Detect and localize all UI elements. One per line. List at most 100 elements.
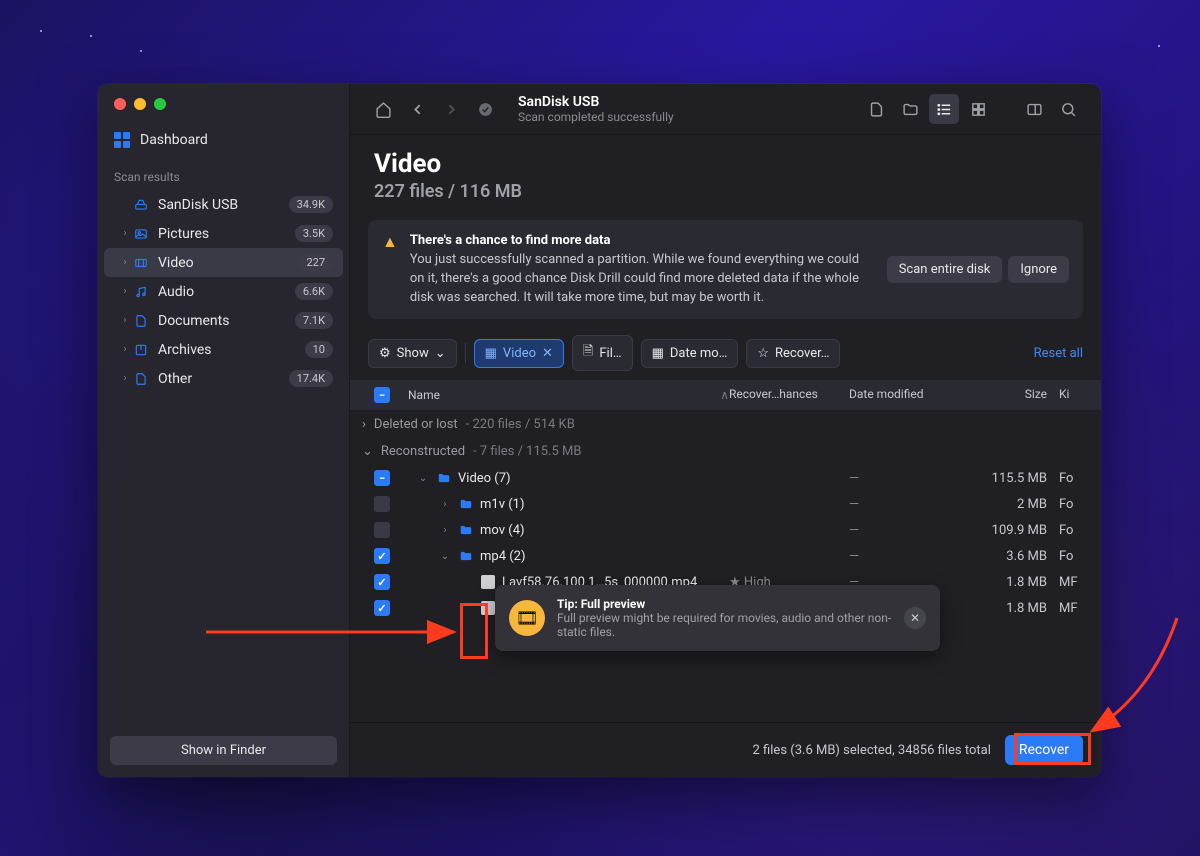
app-window: Dashboard Scan results SanDisk USB34.9K›… — [98, 84, 1101, 777]
preview-tip-popover: 🎞 Tip: Full preview Full preview might b… — [495, 585, 940, 651]
film-icon: 🎞 — [509, 600, 545, 636]
name-column-header[interactable]: Name ∧ — [402, 387, 729, 403]
chevron-right-icon: › — [118, 286, 132, 297]
image-icon — [132, 226, 150, 242]
sidebar: Dashboard Scan results SanDisk USB34.9K›… — [98, 84, 350, 777]
row-checkbox[interactable] — [374, 496, 390, 512]
file-kind: MF — [1059, 575, 1089, 590]
page-subtitle: 227 files / 116 MB — [374, 181, 1077, 202]
close-tip-button[interactable]: ✕ — [904, 607, 926, 629]
search-icon[interactable] — [1053, 94, 1083, 124]
recover-button[interactable]: Recover — [1005, 735, 1083, 765]
group-row[interactable]: ⌄Reconstructed - 7 files / 115.5 MB — [350, 438, 1101, 465]
count-badge: 7.1K — [295, 312, 333, 329]
star-icon: ☆ — [757, 346, 769, 361]
close-icon[interactable] — [114, 98, 126, 110]
file-icon — [480, 574, 496, 590]
chevron-right-icon: › — [118, 257, 132, 268]
file-row[interactable]: ›mov (4)—109.9 MBFo — [350, 517, 1101, 543]
dashboard-nav[interactable]: Dashboard — [98, 124, 349, 156]
main-pane: SanDisk USB Scan completed successfully … — [350, 84, 1101, 777]
drive-icon — [132, 197, 150, 213]
file-size: 2 MB — [969, 497, 1059, 512]
file-row[interactable]: ›m1v (1)—2 MBFo — [350, 491, 1101, 517]
date-modified: — — [849, 497, 969, 512]
file-name: Video (7) — [458, 471, 511, 486]
footer-bar: 2 files (3.6 MB) selected, 34856 files t… — [350, 722, 1101, 777]
date-modified: — — [849, 523, 969, 538]
chevron-down-icon: ⌄ — [435, 346, 446, 361]
folder-icon — [458, 522, 474, 538]
sliders-icon: ⚙ — [379, 346, 391, 361]
forward-icon[interactable] — [436, 94, 466, 124]
file-kind: Fo — [1059, 471, 1089, 486]
sidebar-item-archives[interactable]: ›Archives10 — [104, 335, 343, 364]
count-badge: 17.4K — [289, 370, 333, 387]
minimize-icon[interactable] — [134, 98, 146, 110]
group-row[interactable]: ›Deleted or lost - 220 files / 514 KB — [350, 411, 1101, 438]
row-checkbox[interactable] — [374, 470, 390, 486]
list-view-icon[interactable] — [929, 94, 959, 124]
sidebar-item-audio[interactable]: ›Audio6.6K — [104, 277, 343, 306]
tip-title: Tip: Full preview — [557, 597, 645, 611]
count-badge: 3.5K — [295, 225, 333, 242]
ignore-button[interactable]: Ignore — [1008, 256, 1069, 283]
file-kind: Fo — [1059, 497, 1089, 512]
other-icon — [132, 371, 150, 387]
date-modified: — — [849, 549, 969, 564]
date-filter[interactable]: ▦Date mo… — [641, 339, 739, 368]
row-checkbox[interactable] — [374, 548, 390, 564]
show-in-finder-button[interactable]: Show in Finder — [110, 736, 337, 765]
chevron-right-icon: › — [118, 344, 132, 355]
sidebar-item-documents[interactable]: ›Documents7.1K — [104, 306, 343, 335]
recovery-column-header[interactable]: Recover…hances — [729, 387, 849, 403]
folder-view-icon[interactable] — [895, 94, 925, 124]
sidebar-item-video[interactable]: ›Video227 — [104, 248, 343, 277]
status-check-icon — [470, 94, 500, 124]
grid-view-icon[interactable] — [963, 94, 993, 124]
home-icon[interactable] — [368, 94, 398, 124]
file-view-icon[interactable] — [861, 94, 891, 124]
kind-column-header[interactable]: Ki — [1059, 387, 1089, 403]
scan-entire-disk-button[interactable]: Scan entire disk — [887, 256, 1003, 283]
file-name: mov (4) — [480, 523, 525, 538]
warning-icon: ▲ — [382, 232, 398, 307]
sidebar-item-label: Documents — [158, 313, 295, 329]
chevron-right-icon: › — [118, 228, 132, 239]
sidebar-item-label: Pictures — [158, 226, 295, 242]
file-list: ›Deleted or lost - 220 files / 514 KB⌄Re… — [350, 411, 1101, 722]
sidebar-item-label: Archives — [158, 342, 305, 358]
selection-status: 2 files (3.6 MB) selected, 34856 files t… — [753, 743, 991, 758]
file-row[interactable]: ⌄mp4 (2)—3.6 MBFo — [350, 543, 1101, 569]
date-column-header[interactable]: Date modified — [849, 387, 969, 403]
file-icon — [480, 600, 496, 616]
expand-icon: ⌄ — [438, 551, 452, 562]
video-icon: ▦ — [485, 346, 497, 361]
show-filter[interactable]: ⚙Show⌄ — [368, 339, 457, 368]
sidebar-item-other[interactable]: ›Other17.4K — [104, 364, 343, 393]
expand-icon: › — [438, 499, 452, 510]
select-all-checkbox[interactable] — [374, 387, 390, 403]
clear-filter-icon[interactable]: ✕ — [542, 346, 553, 361]
tip-body: Full preview might be required for movie… — [557, 611, 892, 639]
sidebar-toggle-icon[interactable] — [1019, 94, 1049, 124]
reset-filters-link[interactable]: Reset all — [1034, 346, 1083, 361]
sidebar-item-sandisk-usb[interactable]: SanDisk USB34.9K — [104, 190, 343, 219]
banner-title: There's a chance to find more data — [410, 233, 611, 248]
size-column-header[interactable]: Size — [969, 387, 1059, 403]
filter-bar: ⚙Show⌄ ▦Video✕ 🗎Fil… ▦Date mo… ☆Recover…… — [350, 327, 1101, 379]
filetype-filter[interactable]: 🗎Fil… — [572, 335, 633, 371]
toolbar-subtitle: Scan completed successfully — [518, 110, 857, 124]
count-badge: 34.9K — [289, 196, 333, 213]
sidebar-item-pictures[interactable]: › Pictures3.5K — [104, 219, 343, 248]
row-checkbox[interactable] — [374, 574, 390, 590]
file-kind: Fo — [1059, 549, 1089, 564]
row-checkbox[interactable] — [374, 600, 390, 616]
maximize-icon[interactable] — [154, 98, 166, 110]
recovery-filter[interactable]: ☆Recover… — [746, 339, 840, 368]
back-icon[interactable] — [402, 94, 432, 124]
row-checkbox[interactable] — [374, 522, 390, 538]
file-size: 1.8 MB — [969, 601, 1059, 616]
video-filter-chip[interactable]: ▦Video✕ — [474, 339, 564, 368]
file-row[interactable]: ⌄Video (7)—115.5 MBFo — [350, 465, 1101, 491]
